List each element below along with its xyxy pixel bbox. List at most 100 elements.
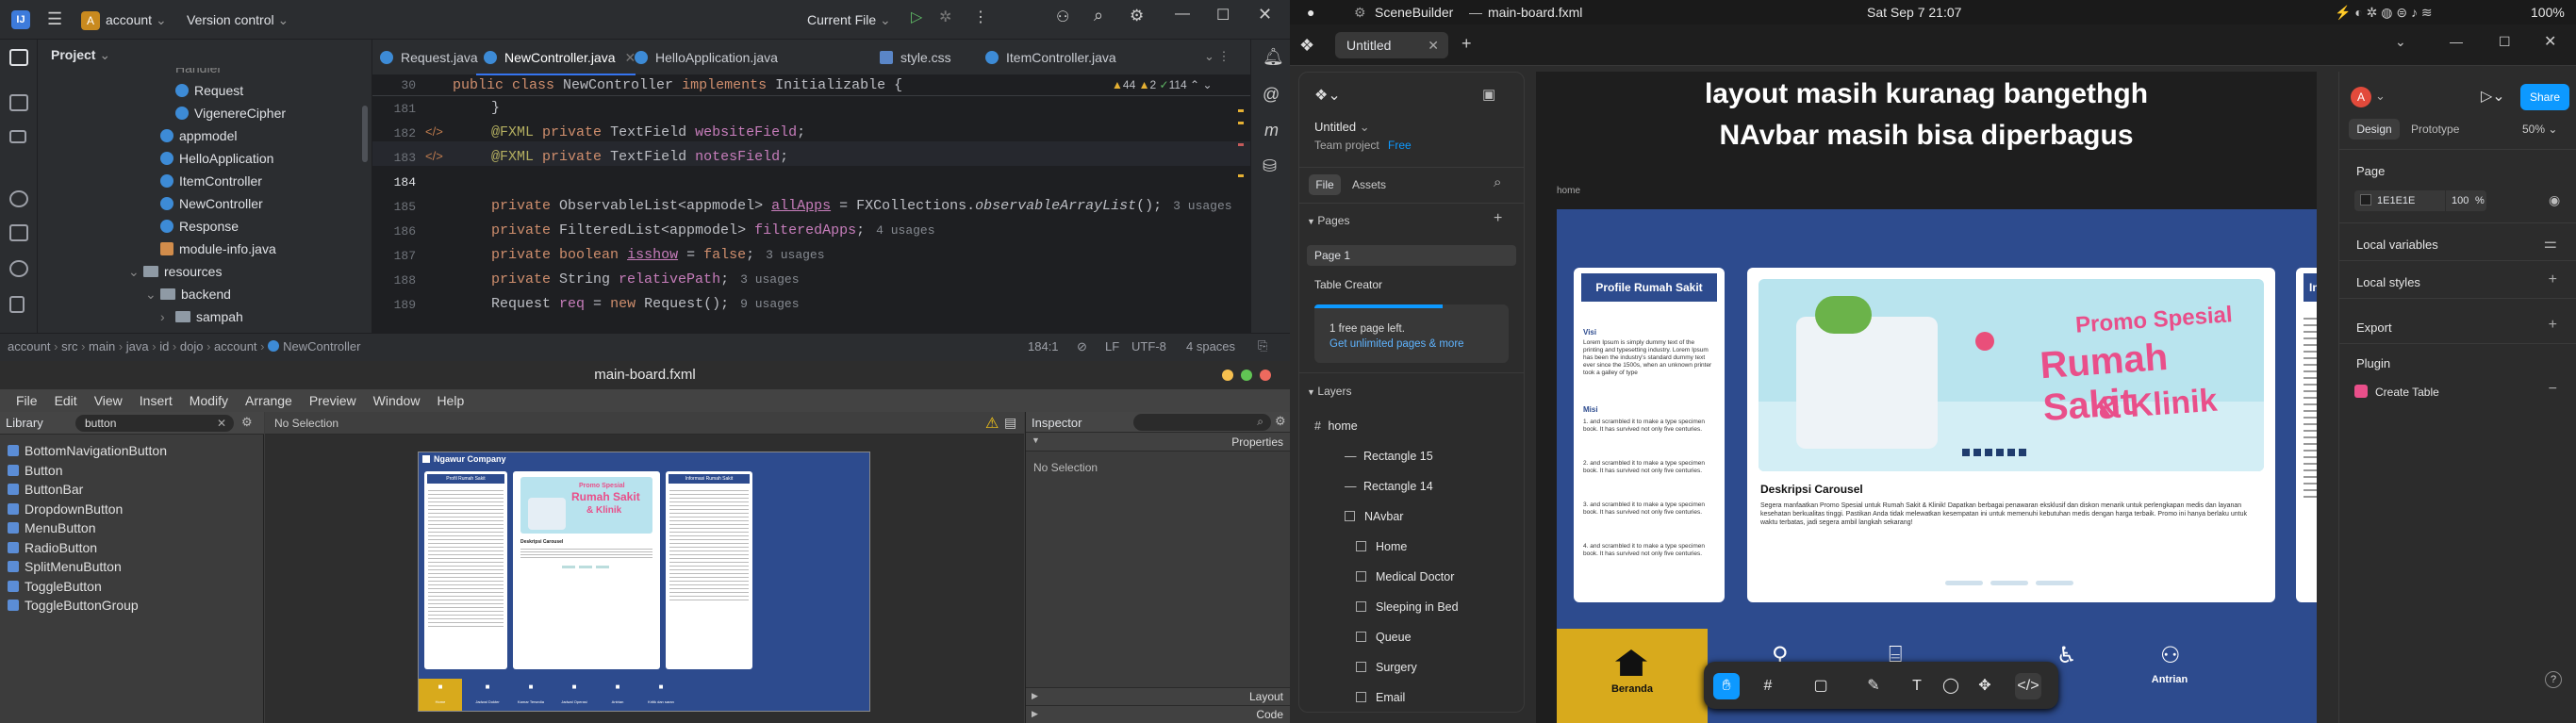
menu-item[interactable]: View <box>86 389 131 412</box>
breadcrumb-item[interactable]: src <box>61 339 77 353</box>
share-button[interactable]: Share <box>2520 84 2569 110</box>
usage-hint[interactable]: 4 usages <box>876 223 934 238</box>
notifications-icon[interactable]: 🔔︎ <box>1263 47 1284 67</box>
fxml-gutter-icon[interactable]: </> <box>425 149 443 163</box>
preview-nav-item[interactable]: ■ Antrian <box>596 679 639 711</box>
carousel-indicator[interactable] <box>1945 581 1983 585</box>
menu-item[interactable]: Arrange <box>237 389 301 412</box>
chevron-icon[interactable]: ⌄ <box>128 260 140 283</box>
usage-hint[interactable]: 3 usages <box>766 248 824 262</box>
figma-logo-icon[interactable]: ❖ <box>1299 36 1314 56</box>
prototype-tab[interactable]: Prototype <box>2411 119 2459 140</box>
document-icon[interactable]: ▤ <box>1004 415 1016 431</box>
tree-item[interactable]: Request <box>175 79 243 102</box>
help-button[interactable]: ? <box>2545 671 2562 688</box>
menu-item[interactable]: Edit <box>46 389 86 412</box>
file-panel-tab[interactable]: File <box>1309 174 1341 195</box>
color-swatch[interactable] <box>2360 194 2371 205</box>
hand-tool-icon[interactable]: ✋︎ <box>1713 673 1740 699</box>
more-actions-icon[interactable]: ⋮ <box>973 8 988 26</box>
present-icon[interactable]: ▷⌄ <box>2481 87 2505 106</box>
chevron-down-icon[interactable]: ⌄ <box>2375 89 2386 104</box>
menu-item[interactable]: Window <box>365 389 429 412</box>
status-icons[interactable]: ⚡ ◐ ✲ ◍ ⊜ ♪ ≋ <box>2335 0 2433 25</box>
assets-panel-tab[interactable]: Assets <box>1352 174 1386 195</box>
minimize-icon[interactable]: — <box>1175 6 1190 23</box>
project-panel-title[interactable]: Project ⌄ <box>51 47 110 63</box>
tree-item[interactable]: Response <box>160 215 239 238</box>
more-tools-icon[interactable] <box>9 130 26 143</box>
tree-item[interactable]: HelloApplication <box>160 147 273 170</box>
nav-antrian-label[interactable]: Antrian <box>2141 674 2198 685</box>
properties-section[interactable]: ▼ Properties <box>1026 433 1290 452</box>
new-tab-icon[interactable]: + <box>1461 34 1472 54</box>
design-tab[interactable]: Design <box>2349 119 2400 140</box>
close-tab-icon[interactable]: ✕ <box>1428 32 1439 58</box>
tree-item[interactable]: ItemController <box>160 170 262 192</box>
add-page-icon[interactable]: + <box>1494 210 1502 227</box>
breadcrumb-item[interactable]: account <box>8 339 51 353</box>
structure-tool-icon[interactable] <box>9 94 28 111</box>
minimize-icon[interactable] <box>1222 370 1233 381</box>
menu-item[interactable]: Modify <box>181 389 237 412</box>
breadcrumb-item[interactable]: main <box>89 339 115 353</box>
figma-canvas[interactable]: layout masih kuranag bangethgh NAvbar ma… <box>1536 72 2317 723</box>
breadcrumb-item[interactable]: account <box>214 339 257 353</box>
tabs-menu-icon[interactable]: ⌄ ⋮ <box>1204 49 1230 64</box>
add-user-icon[interactable]: ⚇ <box>1056 8 1069 26</box>
tab-request[interactable]: Request.java <box>372 40 478 75</box>
main-menu-icon[interactable]: ☰ <box>47 9 62 29</box>
ai-assistant-icon[interactable]: @ <box>1263 85 1280 105</box>
pages-header[interactable]: ▼ Pages <box>1307 214 1349 227</box>
queue-icon[interactable]: ⚇ <box>2160 642 2181 669</box>
layer-item[interactable]: Home <box>1356 533 1407 561</box>
debug-icon[interactable]: ✲ <box>939 8 951 26</box>
minimize-icon[interactable]: — <box>2450 34 2463 49</box>
home-frame[interactable]: Profile Rumah Sakit Visi Lorem Ipsum is … <box>1557 209 2317 723</box>
menu-item[interactable]: Help <box>428 389 472 412</box>
tree-scrollbar[interactable] <box>362 106 368 162</box>
menu-item[interactable]: File <box>8 389 46 412</box>
clear-search-icon[interactable]: ✕ <box>217 415 226 432</box>
battery-level[interactable]: 100% <box>2531 0 2565 25</box>
inspection-widget[interactable]: ▲44 ▲2 ✓114 ⌃ ⌄ <box>1112 78 1213 91</box>
local-styles-title[interactable]: Local styles <box>2356 275 2420 289</box>
problems-tool-icon[interactable] <box>9 260 28 277</box>
layer-item[interactable]: Queue <box>1356 623 1412 651</box>
library-item[interactable]: ToggleButtonGroup <box>8 595 139 616</box>
close-icon[interactable]: ✕ <box>1258 5 1272 25</box>
tab-stylecss[interactable]: style.css <box>872 40 951 75</box>
tabs-dropdown-icon[interactable]: ⌄ <box>2395 34 2406 50</box>
page-item-page1[interactable]: Page 1 <box>1307 245 1516 266</box>
tree-item[interactable]: NewController <box>160 192 263 215</box>
add-style-icon[interactable]: + <box>2549 271 2557 288</box>
layer-item[interactable]: NAvbar <box>1345 502 1403 531</box>
layer-item[interactable]: Sleeping in Bed <box>1356 593 1459 621</box>
chevron-icon[interactable]: ⌄ <box>145 283 157 305</box>
surgery-icon[interactable]: ♿︎ <box>2056 642 2077 669</box>
file-tab[interactable]: Untitled ✕ <box>1335 32 1448 58</box>
breadcrumb-item[interactable]: dojo <box>180 339 204 353</box>
layer-item[interactable]: — Rectangle 14 <box>1345 472 1433 501</box>
line-separator[interactable]: LF <box>1105 339 1119 353</box>
file-encoding[interactable]: UTF-8 <box>1131 339 1166 353</box>
readonly-toggle-icon[interactable]: ⊘ <box>1077 339 1087 354</box>
search-icon[interactable]: ⌕ <box>1094 6 1103 25</box>
code-body[interactable]: 181 182 183 184 185 186 187 188 189 } @FXML priv… <box>372 96 1250 333</box>
tree-item[interactable]: ⌄ backend <box>145 283 231 305</box>
indent-setting[interactable]: 4 spaces <box>1186 339 1235 353</box>
export-title[interactable]: Export <box>2356 320 2392 335</box>
library-settings-icon[interactable]: ⚙ <box>241 415 253 430</box>
caret-position[interactable]: 184:1 <box>1028 339 1059 353</box>
code-section[interactable]: ▶ Code <box>1026 705 1290 723</box>
pen-tool-icon[interactable]: ✎ <box>1860 673 1887 699</box>
project-tool-icon[interactable] <box>9 49 28 66</box>
warning-icon[interactable]: ⚠ <box>985 414 999 433</box>
database-icon[interactable]: ⛁ <box>1263 156 1277 176</box>
inspector-search-input[interactable]: ⌕ <box>1133 414 1271 431</box>
maven-icon[interactable]: m <box>1264 121 1279 140</box>
actions-tool-icon[interactable]: ✥ <box>1972 673 1998 699</box>
breadcrumb-item[interactable]: java <box>126 339 149 353</box>
preview-nav-item[interactable]: ■ Kamar Tersedia <box>509 679 553 711</box>
tree-item[interactable]: ⌄ resources <box>128 260 222 283</box>
